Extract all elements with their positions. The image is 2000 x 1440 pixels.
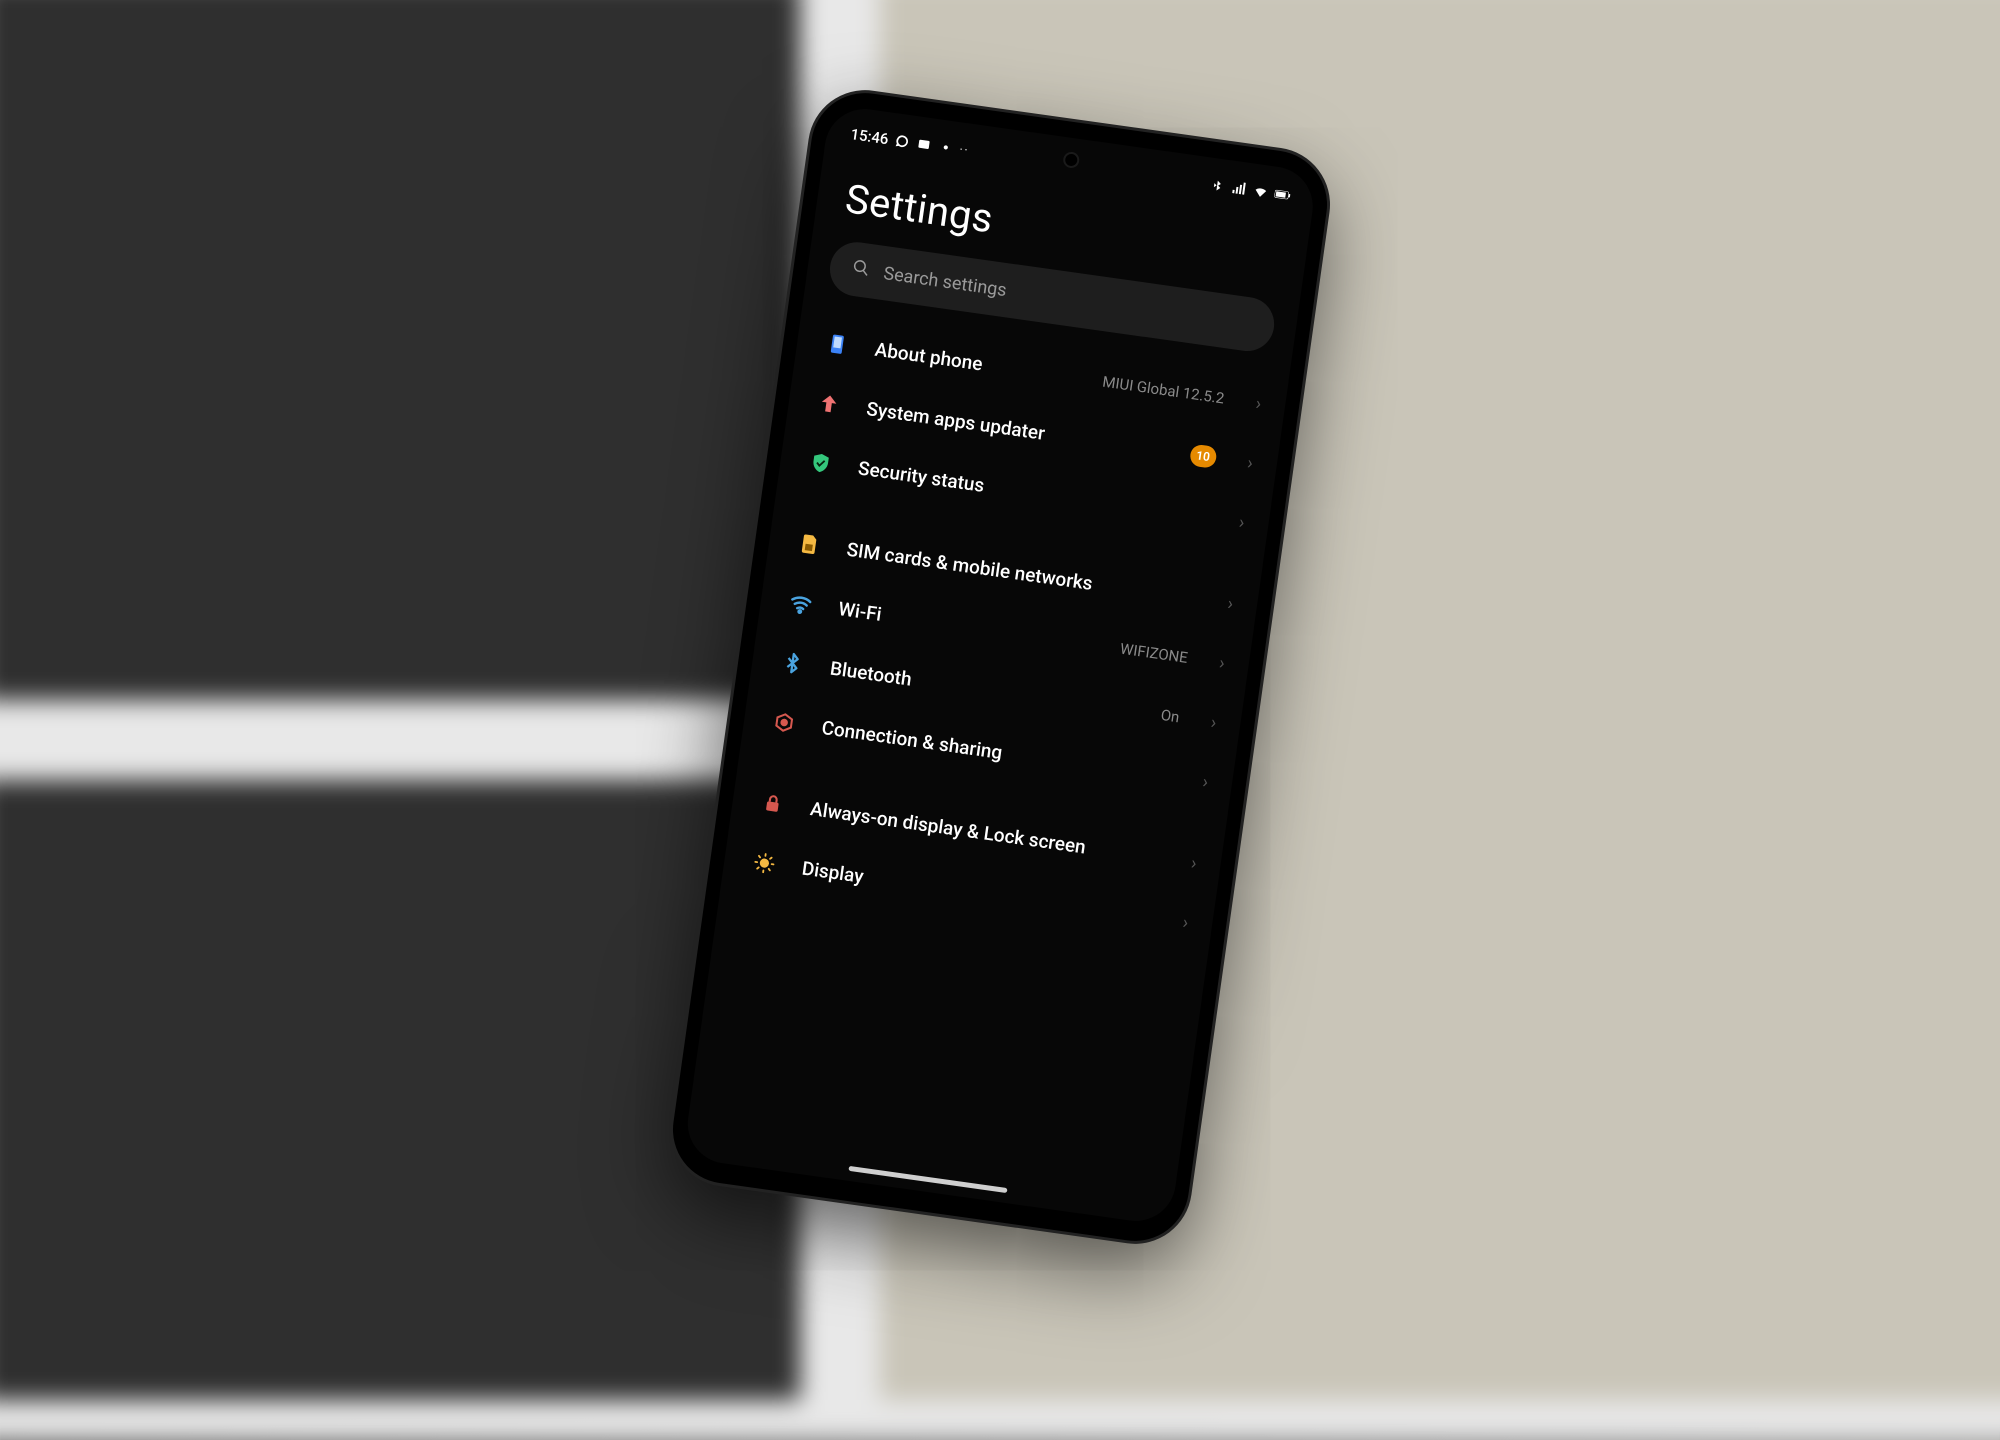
shield-check-icon <box>805 447 837 479</box>
wifi-status-icon <box>1252 182 1270 200</box>
connection-sharing-icon <box>768 706 800 738</box>
whatsapp-icon <box>893 132 911 150</box>
notification-dot-icon <box>937 138 955 156</box>
phone-info-icon <box>822 328 854 360</box>
more-dots-icon: ·· <box>959 143 970 155</box>
battery-icon <box>1273 185 1291 203</box>
signal-icon <box>1230 179 1248 197</box>
chevron-right-icon: › <box>1226 592 1234 614</box>
chevron-right-icon: › <box>1190 852 1198 874</box>
chevron-right-icon: › <box>1181 911 1189 933</box>
chevron-right-icon: › <box>1238 511 1246 533</box>
sim-card-icon <box>793 528 825 560</box>
chevron-right-icon: › <box>1201 770 1209 792</box>
arrow-up-icon <box>813 387 845 419</box>
settings-list: About phone MIUI Global 12.5.2 › System … <box>683 308 1289 1225</box>
status-time: 15:46 <box>849 125 889 148</box>
row-value: MIUI Global 12.5.2 <box>1101 372 1225 407</box>
lock-icon <box>757 787 789 819</box>
search-placeholder: Search settings <box>882 262 1008 300</box>
search-icon <box>850 257 871 282</box>
update-count-badge: 10 <box>1189 443 1218 468</box>
brightness-icon <box>749 847 781 879</box>
row-label: About phone <box>873 337 1080 389</box>
row-value: WIFIZONE <box>1119 639 1189 666</box>
chevron-right-icon: › <box>1210 711 1218 733</box>
chevron-right-icon: › <box>1218 652 1226 674</box>
chevron-right-icon: › <box>1246 452 1254 474</box>
bluetooth-icon <box>777 647 809 679</box>
bluetooth-status-icon <box>1208 176 1226 194</box>
row-value: On <box>1160 705 1181 725</box>
chevron-right-icon: › <box>1254 392 1262 414</box>
movie-icon <box>915 135 933 153</box>
wifi-icon <box>785 587 817 619</box>
